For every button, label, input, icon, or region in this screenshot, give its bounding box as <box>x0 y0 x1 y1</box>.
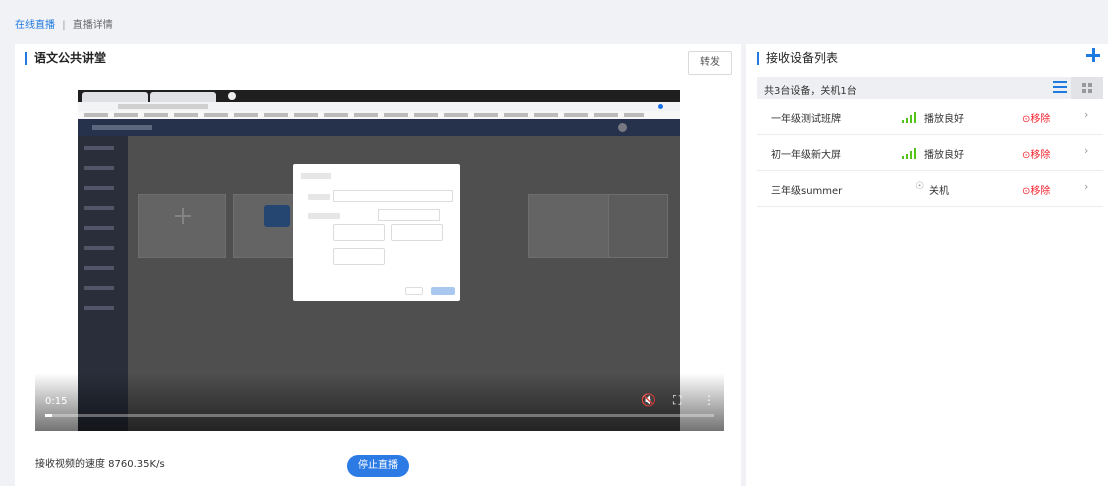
more-options-icon[interactable]: ⋮ <box>703 393 715 407</box>
video-progress-fill <box>45 414 52 417</box>
browser-bookmarks <box>78 111 680 119</box>
signal-icon <box>902 111 920 123</box>
video-progress-bar[interactable] <box>45 414 714 417</box>
remove-device-button[interactable]: ⊙移除 <box>1022 182 1050 197</box>
chevron-right-icon[interactable]: › <box>1084 144 1088 157</box>
breadcrumb-current: 直播详情 <box>72 20 113 31</box>
add-device-icon[interactable] <box>1085 47 1101 63</box>
remove-label: 移除 <box>1030 186 1051 197</box>
shared-modal-dialog <box>293 164 460 301</box>
device-list-title: 接收设备列表 <box>757 52 838 65</box>
device-row[interactable]: 三年级summer ☉ 关机 ⊙移除 › <box>757 171 1103 207</box>
live-title: 语文公共讲堂 <box>25 52 106 65</box>
forward-button[interactable]: 转发 <box>688 51 732 75</box>
device-panel: 接收设备列表 共3台设备，关机1台 一年级测试班牌 播放良好 ⊙移除 › 初一年… <box>746 44 1108 486</box>
fullscreen-icon[interactable]: ⛶ <box>673 393 681 408</box>
device-row[interactable]: 初一年级新大屏 播放良好 ⊙移除 › <box>757 135 1103 171</box>
device-summary-text: 共3台设备，关机1台 <box>764 86 857 97</box>
browser-tabbar <box>78 90 680 102</box>
live-panel: 语文公共讲堂 转发 0:15 🔇 ⛶ ⋮ 接收视频的速度 8760.35K/s … <box>15 44 741 486</box>
signal-icon <box>902 147 920 159</box>
mute-icon[interactable]: 🔇 <box>641 393 656 407</box>
video-player[interactable]: 0:15 🔇 ⛶ ⋮ <box>35 90 724 431</box>
video-time: 0:15 <box>45 396 68 407</box>
device-summary-bar: 共3台设备，关机1台 <box>757 77 1103 99</box>
remove-label: 移除 <box>1030 114 1051 125</box>
device-status: 关机 <box>929 186 949 197</box>
list-view-icon[interactable] <box>1053 81 1067 93</box>
chevron-right-icon[interactable]: › <box>1084 180 1088 193</box>
breadcrumb-live-link[interactable]: 在线直播 <box>15 20 55 31</box>
breadcrumb: 在线直播 | 直播详情 <box>0 0 1108 44</box>
chevron-right-icon[interactable]: › <box>1084 108 1088 121</box>
power-off-icon: ☉ <box>915 181 924 192</box>
grid-view-icon[interactable] <box>1071 77 1103 99</box>
device-name: 初一年级新大屏 <box>771 150 841 161</box>
device-row[interactable]: 一年级测试班牌 播放良好 ⊙移除 › <box>757 99 1103 135</box>
remove-device-button[interactable]: ⊙移除 <box>1022 110 1050 125</box>
device-name: 一年级测试班牌 <box>771 114 841 125</box>
breadcrumb-separator: | <box>62 20 66 31</box>
stop-live-button[interactable]: 停止直播 <box>347 455 409 477</box>
receive-speed-text: 接收视频的速度 8760.35K/s <box>35 459 165 470</box>
device-status: 播放良好 <box>924 114 964 125</box>
remove-label: 移除 <box>1030 150 1051 161</box>
remove-device-button[interactable]: ⊙移除 <box>1022 146 1050 161</box>
device-status: 播放良好 <box>924 150 964 161</box>
device-name: 三年级summer <box>771 186 843 197</box>
video-controls <box>35 373 724 431</box>
browser-address-bar <box>78 102 680 111</box>
